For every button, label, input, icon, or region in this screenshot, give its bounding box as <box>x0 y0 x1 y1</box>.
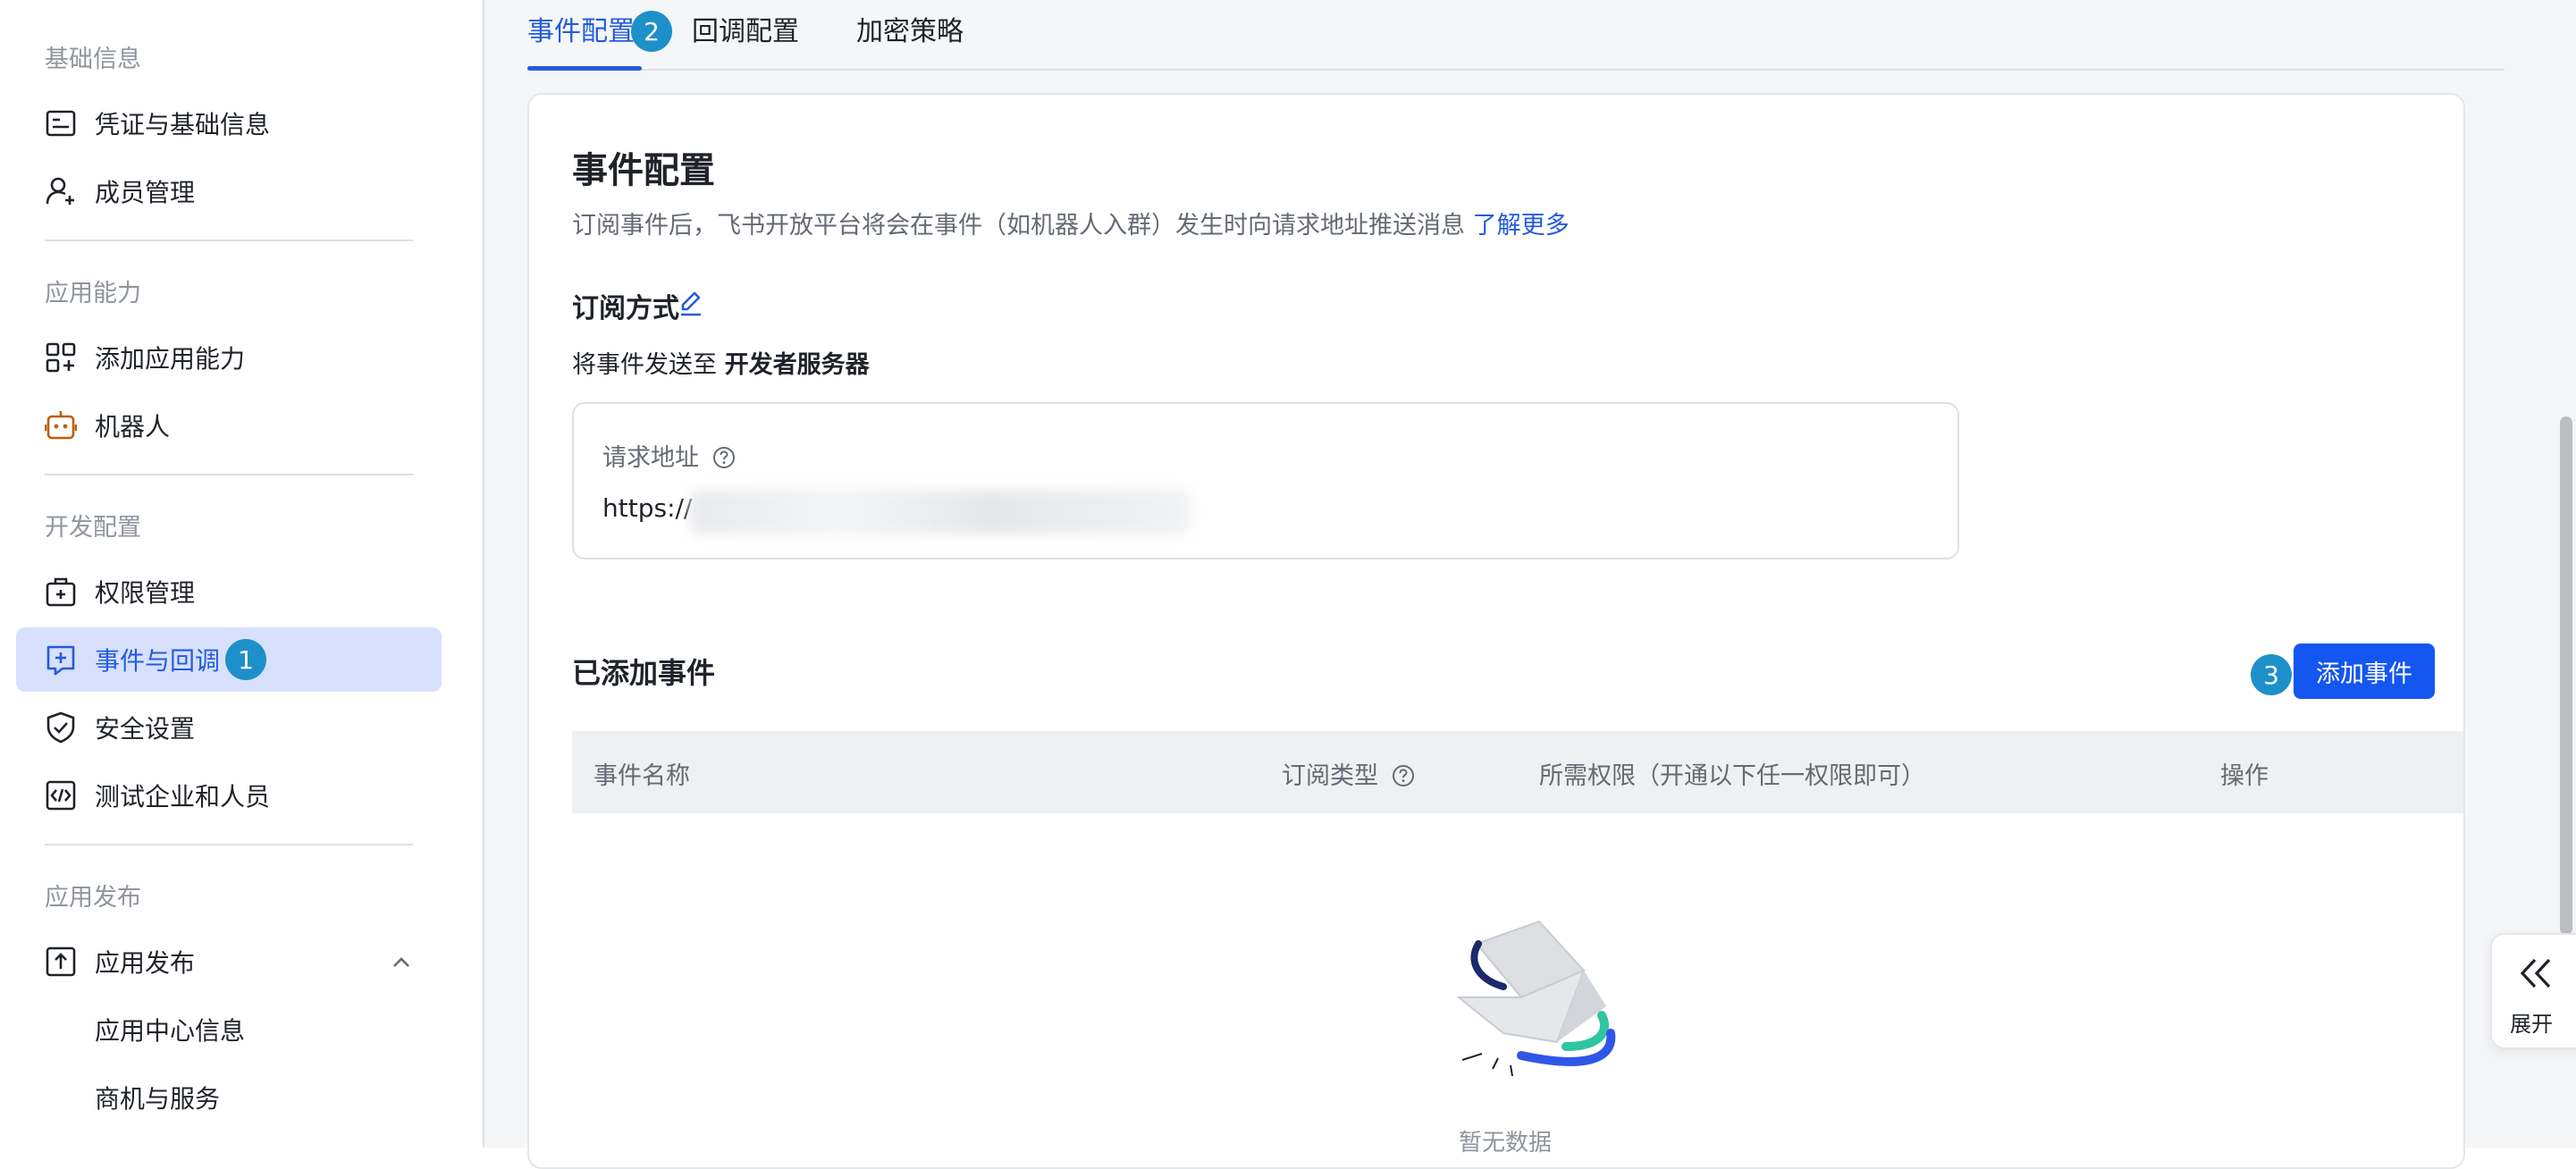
tab-bar: 事件配置 2 回调配置 加密策略 <box>484 0 2504 73</box>
sidebar-item-label: 添加应用能力 <box>95 344 246 374</box>
sidebar-item-add-capability[interactable]: 添加应用能力 <box>16 325 442 390</box>
redacted-url <box>690 490 1191 534</box>
sidebar-item-test-tenant[interactable]: 测试企业和人员 <box>16 763 442 828</box>
events-table-header: 事件名称 订阅类型 所需权限（开通以下任一权限即可） 操作 <box>572 731 2463 813</box>
expand-panel-button[interactable]: 展开 <box>2490 933 2576 1049</box>
sidebar-item-label: 权限管理 <box>95 578 196 608</box>
request-url-label-text: 请求地址 <box>602 444 699 472</box>
nav-group-app-release: 应用发布 <box>45 884 141 912</box>
send-target: 开发者服务器 <box>724 351 870 379</box>
divider <box>45 240 413 241</box>
divider <box>45 474 413 475</box>
empty-state-text: 暂无数据 <box>1459 1130 1553 1156</box>
request-url-label: 请求地址 <box>602 438 736 473</box>
sidebar-item-label: 成员管理 <box>95 178 196 207</box>
send-prefix: 将事件发送至 <box>572 351 717 379</box>
expand-label: 展开 <box>2510 1012 2553 1037</box>
sidebar-item-security[interactable]: 安全设置 <box>16 695 442 760</box>
sidebar-item-label: 商机与服务 <box>95 1084 221 1114</box>
step-badge: 2 <box>631 11 672 52</box>
sidebar-item-business-services[interactable]: 商机与服务 <box>16 1065 442 1130</box>
sidebar-item-label: 安全设置 <box>95 714 196 744</box>
tab-callback-config[interactable]: 回调配置 <box>692 9 799 48</box>
user-add-icon <box>46 177 74 205</box>
sidebar: 基础信息 凭证与基础信息 成员管理 应用能力 添加应用能力 机器人 开发配置 权… <box>0 0 484 1148</box>
app-grid-add-icon <box>46 342 76 373</box>
learn-more-link[interactable]: 了解更多 <box>1473 212 1570 240</box>
sidebar-item-label: 应用发布 <box>95 948 196 978</box>
shield-check-icon <box>46 711 75 744</box>
added-events-title: 已添加事件 <box>572 656 716 690</box>
description-text: 订阅事件后，飞书开放平台将会在事件（如机器人入群）发生时向请求地址推送消息 <box>572 212 1465 240</box>
column-required-permissions: 所需权限（开通以下任一权限即可） <box>1539 762 1925 790</box>
request-url-box: 请求地址 https:// <box>572 402 1959 559</box>
add-event-button[interactable]: 添加事件 <box>2294 643 2435 699</box>
column-subscribe-type: 订阅类型 <box>1282 756 1415 791</box>
help-icon[interactable] <box>1392 764 1415 787</box>
sidebar-item-permissions[interactable]: 权限管理 <box>16 559 442 624</box>
help-icon[interactable] <box>712 446 736 469</box>
id-card-icon <box>46 110 76 137</box>
step-badge: 3 <box>2251 654 2292 695</box>
sidebar-item-events-callbacks[interactable]: 事件与回调 1 <box>16 627 442 692</box>
sidebar-item-label: 凭证与基础信息 <box>95 110 271 139</box>
sidebar-item-credentials[interactable]: 凭证与基础信息 <box>16 91 442 156</box>
chevron-up-icon[interactable] <box>390 951 413 974</box>
sidebar-item-label: 测试企业和人员 <box>95 782 271 812</box>
upload-box-icon <box>46 946 76 977</box>
subscribe-method-title: 订阅方式 <box>572 293 679 324</box>
divider <box>45 844 413 845</box>
column-subscribe-type-text: 订阅类型 <box>1282 762 1378 790</box>
sidebar-item-label: 应用中心信息 <box>95 1016 246 1046</box>
edit-icon[interactable] <box>676 288 706 318</box>
code-window-icon <box>46 780 76 811</box>
sidebar-item-app-release[interactable]: 应用发布 <box>16 929 442 994</box>
main-content: 事件配置 2 回调配置 加密策略 事件配置 订阅事件后，飞书开放平台将会在事件（… <box>484 0 2576 1169</box>
chevron-double-left-icon <box>2520 958 2551 988</box>
sidebar-item-bot[interactable]: 机器人 <box>16 393 442 458</box>
nav-group-app-capabilities: 应用能力 <box>45 280 141 307</box>
event-config-card: 事件配置 订阅事件后，飞书开放平台将会在事件（如机器人入群）发生时向请求地址推送… <box>527 93 2465 1169</box>
sidebar-item-label: 机器人 <box>95 412 171 442</box>
section-description: 订阅事件后，飞书开放平台将会在事件（如机器人入群）发生时向请求地址推送消息 了解… <box>572 206 1570 240</box>
tab-divider <box>527 69 2504 71</box>
tab-encryption[interactable]: 加密策略 <box>856 9 964 48</box>
tab-active-indicator <box>527 66 642 71</box>
column-actions: 操作 <box>2220 762 2269 790</box>
tab-event-config[interactable]: 事件配置 <box>527 9 635 48</box>
section-title: 事件配置 <box>572 150 715 191</box>
briefcase-icon <box>46 577 76 607</box>
sidebar-item-label: 事件与回调 <box>95 646 221 676</box>
send-target-line: 将事件发送至 开发者服务器 <box>572 345 870 380</box>
nav-group-basic-info: 基础信息 <box>45 46 141 73</box>
sidebar-item-app-center-info[interactable]: 应用中心信息 <box>16 997 442 1062</box>
robot-icon <box>45 411 77 440</box>
event-message-icon <box>46 645 75 676</box>
sidebar-item-members[interactable]: 成员管理 <box>16 159 442 223</box>
column-event-name: 事件名称 <box>593 762 690 790</box>
nav-group-dev-config: 开发配置 <box>45 514 141 542</box>
request-url-value: https:// <box>602 493 693 523</box>
scrollbar-thumb[interactable] <box>2560 416 2572 935</box>
empty-box-illustration <box>1456 920 1616 1077</box>
step-badge: 1 <box>225 639 266 680</box>
